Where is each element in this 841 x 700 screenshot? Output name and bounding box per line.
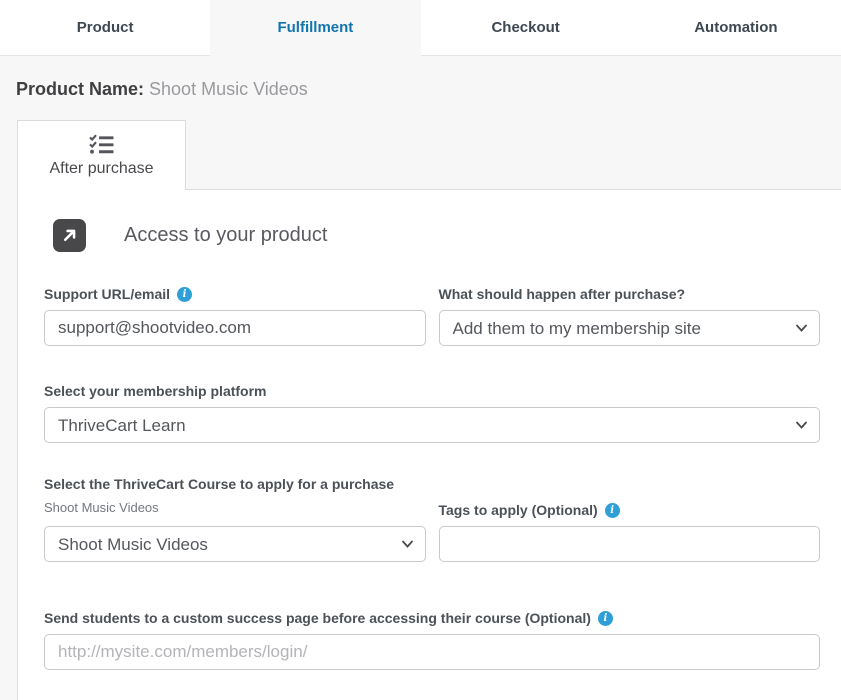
success-page-label: Send students to a custom success page b… xyxy=(44,610,591,626)
course-field-group: Select the ThriveCart Course to apply fo… xyxy=(44,476,426,562)
tab-fulfillment[interactable]: Fulfillment xyxy=(210,0,420,56)
after-purchase-tab-label: After purchase xyxy=(49,160,153,178)
after-purchase-action-select[interactable]: Add them to my membership site xyxy=(439,310,821,346)
product-name-bar: Product Name:Shoot Music Videos xyxy=(0,56,841,120)
after-purchase-panel: Access to your product Support URL/email… xyxy=(17,189,841,700)
info-icon[interactable]: i xyxy=(177,287,192,302)
tab-automation[interactable]: Automation xyxy=(631,0,841,56)
tab-product[interactable]: Product xyxy=(0,0,210,56)
success-page-input[interactable] xyxy=(44,634,820,670)
after-purchase-action-group: What should happen after purchase? Add t… xyxy=(439,286,821,346)
support-url-input[interactable] xyxy=(44,310,426,346)
course-current-value: Shoot Music Videos xyxy=(44,500,426,515)
product-name-value: Shoot Music Videos xyxy=(149,79,308,99)
membership-platform-group: Select your membership platform ThriveCa… xyxy=(44,383,820,443)
support-url-label: Support URL/email xyxy=(44,286,170,302)
info-icon[interactable]: i xyxy=(605,503,620,518)
membership-platform-label: Select your membership platform xyxy=(44,383,267,399)
after-purchase-action-label: What should happen after purchase? xyxy=(439,286,686,302)
course-select[interactable]: Shoot Music Videos xyxy=(44,526,426,562)
main-tab-bar: Product Fulfillment Checkout Automation xyxy=(0,0,841,56)
tags-input[interactable] xyxy=(439,526,821,562)
support-field-group: Support URL/email i xyxy=(44,286,426,346)
tags-label: Tags to apply (Optional) xyxy=(439,502,598,518)
info-icon[interactable]: i xyxy=(598,611,613,626)
external-link-icon xyxy=(53,219,86,252)
product-name-label: Product Name: xyxy=(16,79,144,99)
tab-after-purchase[interactable]: After purchase xyxy=(17,120,186,190)
tags-field-group: Tags to apply (Optional) i xyxy=(439,476,821,562)
course-select-label: Select the ThriveCart Course to apply fo… xyxy=(44,476,394,492)
success-page-group: Send students to a custom success page b… xyxy=(44,610,820,670)
section-title: Access to your product xyxy=(124,224,327,247)
tasks-list-icon xyxy=(88,133,115,155)
tab-checkout[interactable]: Checkout xyxy=(421,0,631,56)
membership-platform-select[interactable]: ThriveCart Learn xyxy=(44,407,820,443)
